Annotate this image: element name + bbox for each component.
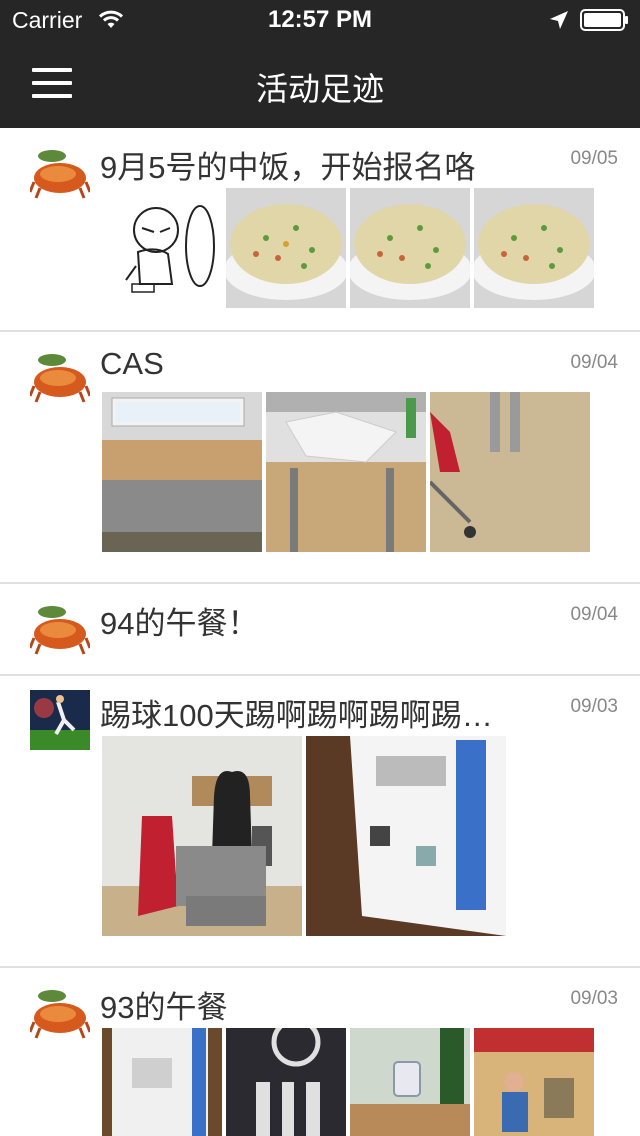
feed-item-title[interactable]: CAS [100, 346, 520, 382]
feed-item[interactable]: 9月5号的中饭，开始报名咯 09/05 [0, 128, 640, 332]
photo-strip [102, 736, 506, 936]
feed-item-title[interactable]: 94的午餐！ [100, 598, 520, 643]
location-arrow-icon [550, 11, 568, 29]
photo-thumbnail[interactable] [226, 1028, 346, 1136]
photo-thumbnail[interactable] [474, 188, 594, 308]
photo-strip [102, 188, 594, 308]
page-title: 活动足迹 [255, 71, 384, 107]
clock: 12:57 PM [267, 6, 373, 33]
photo-thumbnail[interactable] [306, 736, 506, 936]
feed-item[interactable]: 踢球100天踢啊踢啊踢啊踢啊踢啊踢 09/03 [0, 676, 640, 968]
feed-item[interactable]: 93的午餐 09/03 [0, 968, 640, 1136]
photo-thumbnail[interactable] [430, 392, 590, 552]
crab-avatar [30, 598, 90, 658]
feed-item[interactable]: 94的午餐！ 09/04 [0, 584, 640, 676]
photo-thumbnail[interactable] [266, 392, 426, 552]
photo-thumbnail[interactable] [102, 188, 222, 308]
status-bar: Carrier 12:57 PM [0, 0, 640, 40]
feed-item-date: 09/03 [570, 988, 618, 1009]
crab-avatar [30, 346, 90, 406]
nav-bar: 活动足迹 [0, 40, 640, 128]
photo-thumbnail[interactable] [474, 1028, 594, 1136]
photo-strip [102, 392, 590, 552]
feed-item-title[interactable]: 93的午餐 [100, 982, 520, 1027]
feed-item-title[interactable]: 9月5号的中饭，开始报名咯 [100, 142, 520, 187]
feed-item-date: 09/05 [570, 148, 618, 169]
photo-thumbnail[interactable] [350, 188, 470, 308]
activity-feed: 9月5号的中饭，开始报名咯 09/05 CAS 09/04 94的午餐！ 09/… [0, 128, 640, 1136]
feed-item[interactable]: CAS 09/04 [0, 332, 640, 584]
photo-thumbnail[interactable] [350, 1028, 470, 1136]
feed-item-title[interactable]: 踢球100天踢啊踢啊踢啊踢啊踢啊踢 [100, 690, 520, 735]
photo-thumbnail[interactable] [102, 392, 262, 552]
soccer-avatar [30, 690, 90, 750]
feed-item-date: 09/04 [570, 604, 618, 625]
battery-icon [580, 9, 628, 31]
photo-thumbnail[interactable] [102, 1028, 222, 1136]
feed-item-date: 09/03 [570, 696, 618, 717]
photo-thumbnail[interactable] [102, 736, 302, 936]
photo-strip [102, 1028, 594, 1136]
feed-item-date: 09/04 [570, 352, 618, 373]
photo-thumbnail[interactable] [226, 188, 346, 308]
crab-avatar [30, 142, 90, 202]
crab-avatar [30, 982, 90, 1042]
